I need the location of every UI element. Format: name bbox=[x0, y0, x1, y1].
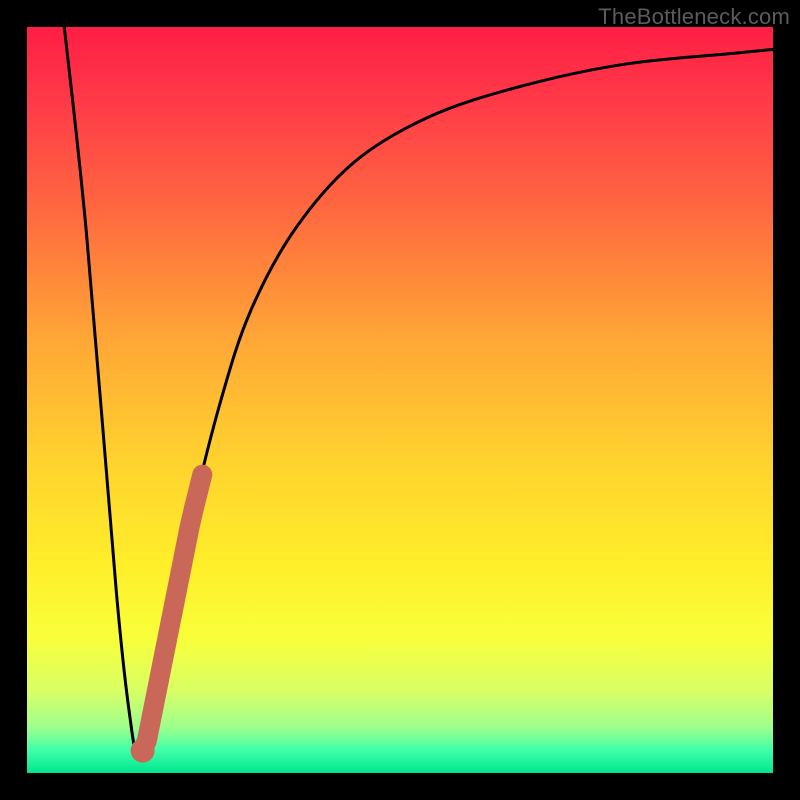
chart-svg bbox=[27, 27, 773, 773]
highlight-endpoint-marker bbox=[131, 739, 155, 763]
highlight-segment bbox=[143, 475, 203, 751]
